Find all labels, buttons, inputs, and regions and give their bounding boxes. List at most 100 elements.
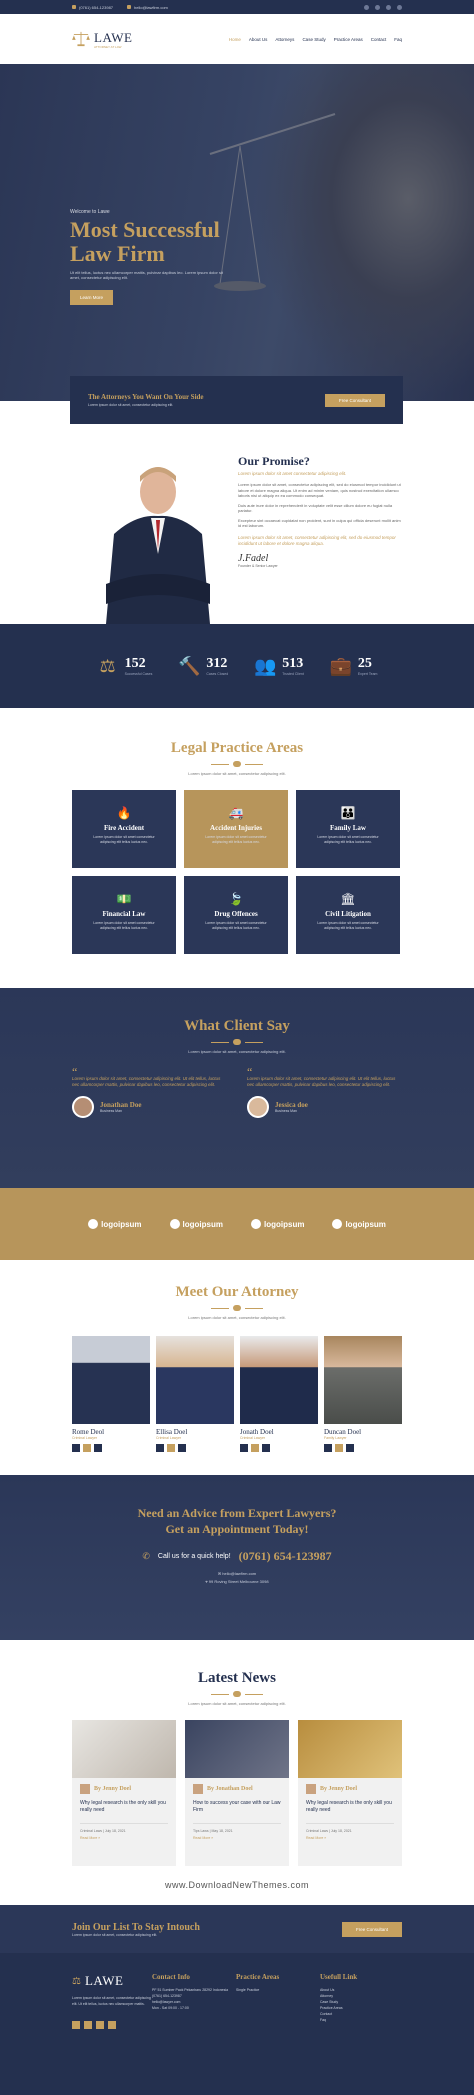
briefcase-icon: 💼 bbox=[329, 656, 353, 676]
attorney-card[interactable]: Rome Deol Criminal Lawyer bbox=[72, 1336, 150, 1452]
practice-areas-section: Legal Practice Areas Lorem ipsum dolor s… bbox=[0, 708, 474, 988]
twitter-icon[interactable] bbox=[375, 4, 380, 10]
facebook-icon[interactable] bbox=[324, 1444, 332, 1452]
facebook-icon[interactable] bbox=[72, 2021, 80, 2029]
news-title[interactable]: Why legal research is the only skill you… bbox=[298, 1794, 402, 1813]
call-row: ✆ Call us for a quick help! (0761) 654-1… bbox=[0, 1549, 474, 1564]
facebook-icon[interactable] bbox=[364, 4, 369, 10]
news-meta: Criminal Laws | July 18, 2021 bbox=[306, 1823, 394, 1833]
appointment-phone[interactable]: (0761) 654-123987 bbox=[239, 1549, 332, 1564]
stat-label: Cases Closed bbox=[206, 672, 229, 676]
quote-icon: “ bbox=[247, 1065, 253, 1079]
facebook-icon[interactable] bbox=[156, 1444, 164, 1452]
free-consultant-button[interactable]: Free Consultant bbox=[324, 393, 385, 407]
nav-attorneys[interactable]: Attorneys bbox=[275, 37, 294, 42]
newsletter-subtitle: Lorem ipsum dolor sit amet, consectetur … bbox=[72, 1932, 158, 1937]
attorney-card[interactable]: Jonath Doel Criminal Lawyer bbox=[240, 1336, 318, 1452]
practice-card-fire-accident[interactable]: 🔥 Fire Accident Lorem ipsum dolor sit amet… bbox=[72, 790, 176, 868]
nav-faq[interactable]: Faq bbox=[394, 37, 402, 42]
attorney-card[interactable]: Duncan Doel Family Lawyer bbox=[324, 1336, 402, 1452]
family-icon: 👪 bbox=[340, 806, 356, 820]
twitter-icon[interactable] bbox=[84, 2021, 92, 2029]
google-icon[interactable] bbox=[397, 4, 402, 10]
practice-card-drug-offences[interactable]: 🍃 Drug Offences Lorem ipsum dolor sit amet… bbox=[184, 876, 288, 954]
logo-icon bbox=[332, 1219, 343, 1229]
news-title[interactable]: How to success your case with our Law Fi… bbox=[185, 1794, 289, 1813]
partner-logo: logoipsum bbox=[332, 1219, 386, 1229]
cta-strip: The Attorneys You Want On Your Side Lore… bbox=[70, 376, 403, 424]
appointment-email[interactable]: hello@lawfirm.com bbox=[222, 1571, 256, 1576]
section-subtitle: Lorem ipsum dolor sit amet, consectetur … bbox=[188, 1049, 286, 1054]
hero-title: Most Successful Law Firm bbox=[70, 217, 220, 266]
practice-card-accident-injuries[interactable]: 🚑 Accident Injuries Lorem ipsum dolor sit … bbox=[184, 790, 288, 868]
footer-link[interactable]: Single Practice bbox=[236, 1987, 320, 1993]
footer-logo[interactable]: ⚖ LAWE bbox=[72, 1973, 152, 1989]
google-icon[interactable] bbox=[108, 2021, 116, 2029]
topbar-phone[interactable]: (0761) 654-123987 bbox=[72, 5, 113, 10]
stat-number: 152 bbox=[124, 656, 146, 671]
hero-welcome: Welcome to Lawe bbox=[70, 209, 110, 215]
promise-quote: Lorem ipsum dolor sit amet, consectetur … bbox=[238, 534, 396, 546]
section-title: Meet Our Attorney bbox=[175, 1284, 299, 1300]
appointment-address: 99 Roving Street Melbourne 3098 bbox=[208, 1579, 269, 1584]
lawyer-portrait bbox=[106, 467, 210, 624]
card-desc: Lorem ipsum dolor sit amet consectetur a… bbox=[205, 921, 267, 930]
stat-item: 👥 513 Trusted Client bbox=[254, 656, 304, 676]
site-logo[interactable]: LAWE ATTORNEY AT LAW bbox=[72, 30, 133, 49]
attorney-photo bbox=[156, 1336, 234, 1424]
practice-card-financial-law[interactable]: 💵 Financial Law Lorem ipsum dolor sit amet… bbox=[72, 876, 176, 954]
cta-subtitle: Lorem ipsum dolor sit amet, consectetur … bbox=[88, 403, 174, 407]
nav-about[interactable]: About Us bbox=[249, 37, 268, 42]
read-more-link[interactable]: Read More » bbox=[298, 1833, 402, 1843]
footer-heading: Contact Info bbox=[152, 1973, 190, 1981]
signature-role: Founder & Senior Lawyer bbox=[238, 563, 278, 568]
attorney-card[interactable]: Ellisa Doel Criminal Lawyer bbox=[156, 1336, 234, 1452]
stats-section: ⚖ 152 Successful Cases 🔨 312 Cases Closed … bbox=[0, 624, 474, 708]
twitter-icon[interactable] bbox=[335, 1444, 343, 1452]
news-title[interactable]: Why legal research is the only skill you… bbox=[72, 1794, 176, 1813]
nav-contact[interactable]: Contact bbox=[371, 37, 387, 42]
attorney-role: Criminal Lawyer bbox=[240, 1436, 266, 1440]
practice-card-civil-litigation[interactable]: 🏛 Civil Litigation Lorem ipsum dolor sit a… bbox=[296, 876, 400, 954]
instagram-icon[interactable] bbox=[262, 1444, 270, 1452]
read-more-link[interactable]: Read More » bbox=[72, 1833, 176, 1843]
attorney-name: Rome Deol bbox=[72, 1428, 105, 1436]
news-card[interactable]: By Jenny Doel Why legal research is the … bbox=[72, 1720, 176, 1866]
news-card[interactable]: By Jenny Doel Why legal research is the … bbox=[298, 1720, 402, 1866]
attorney-role: Criminal Lawyer bbox=[156, 1436, 182, 1440]
news-author: By Jenny Doel bbox=[320, 1786, 358, 1792]
author-avatar bbox=[306, 1784, 316, 1794]
scales-logo-icon: ⚖ bbox=[72, 1975, 81, 1987]
author-avatar bbox=[193, 1784, 203, 1794]
attorneys-section: Meet Our Attorney Lorem ipsum dolor sit … bbox=[0, 1260, 474, 1475]
instagram-icon[interactable] bbox=[178, 1444, 186, 1452]
twitter-icon[interactable] bbox=[83, 1444, 91, 1452]
twitter-icon[interactable] bbox=[251, 1444, 259, 1452]
instagram-icon[interactable] bbox=[94, 1444, 102, 1452]
hero-description: Ut elit tellus, luctus nec ullamcorper m… bbox=[70, 270, 223, 280]
instagram-icon[interactable] bbox=[346, 1444, 354, 1452]
news-card[interactable]: By Jonathan Doel How to success your cas… bbox=[185, 1720, 289, 1866]
client-name: Jonathan Doe bbox=[100, 1101, 142, 1109]
instagram-icon[interactable] bbox=[96, 2021, 104, 2029]
nav-home[interactable]: Home bbox=[229, 37, 241, 42]
learn-more-button[interactable]: Learn More bbox=[70, 290, 114, 305]
attorney-photo bbox=[240, 1336, 318, 1424]
instagram-icon[interactable] bbox=[386, 4, 391, 10]
card-desc: Lorem ipsum dolor sit amet consectetur a… bbox=[93, 835, 155, 844]
leaf-icon: 🍃 bbox=[228, 892, 244, 906]
attorney-role: Criminal Lawyer bbox=[72, 1436, 98, 1440]
practice-card-family-law[interactable]: 👪 Family Law Lorem ipsum dolor sit amet co… bbox=[296, 790, 400, 868]
topbar-email[interactable]: hello@lawfirm.com bbox=[127, 5, 168, 10]
top-bar: (0761) 654-123987 hello@lawfirm.com bbox=[0, 0, 474, 14]
twitter-icon[interactable] bbox=[167, 1444, 175, 1452]
footer-link[interactable]: Faq bbox=[320, 2017, 402, 2023]
facebook-icon[interactable] bbox=[72, 1444, 80, 1452]
nav-practice-areas[interactable]: Practice Areas bbox=[334, 37, 363, 42]
card-title: Fire Accident bbox=[103, 824, 145, 832]
newsletter-button[interactable]: Free Consultant bbox=[341, 1921, 402, 1937]
facebook-icon[interactable] bbox=[240, 1444, 248, 1452]
gavel-icon: 🔨 bbox=[178, 656, 201, 676]
read-more-link[interactable]: Read More » bbox=[185, 1833, 289, 1843]
nav-case-study[interactable]: Case Study bbox=[302, 37, 325, 42]
